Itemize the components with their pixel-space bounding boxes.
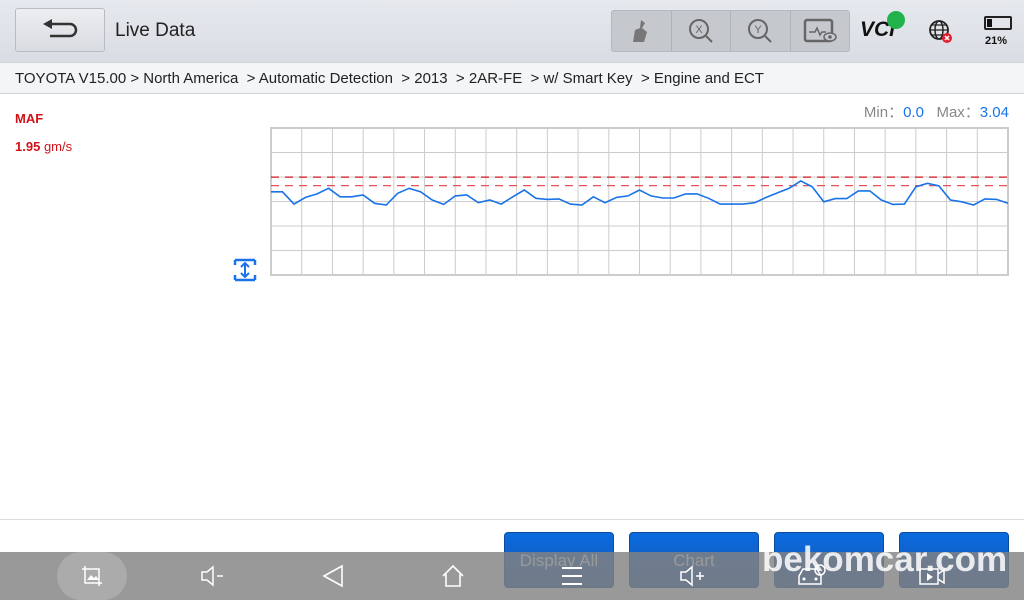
back-button[interactable]: [15, 8, 105, 52]
watermark: bekomcar.com: [762, 540, 1008, 579]
breadcrumb: TOYOTA V15.00 > North America > Automati…: [0, 62, 1024, 94]
back-arrow-icon: [43, 19, 78, 38]
parameter-name[interactable]: MAF: [15, 111, 43, 126]
toolbar: X Y: [611, 10, 850, 52]
max-value: 3.04: [979, 104, 1009, 121]
min-value: 0.0: [903, 104, 924, 121]
battery-icon: [984, 16, 1012, 30]
parameter-value: 1.95 gm/s: [15, 139, 72, 154]
svg-text:Y: Y: [755, 24, 763, 36]
min-max-readout: Min：0.0 Max：3.04: [864, 101, 1009, 122]
expand-vertical-icon[interactable]: [233, 258, 257, 287]
back-icon[interactable]: [303, 552, 363, 600]
zoom-y-icon[interactable]: Y: [731, 11, 791, 51]
volume-down-icon[interactable]: [183, 552, 243, 600]
network-error-icon: [928, 19, 954, 50]
unit: gm/s: [43, 139, 73, 154]
volume-up-icon[interactable]: [662, 552, 722, 600]
zoom-x-icon[interactable]: X: [672, 11, 731, 51]
max-label: Max：: [936, 104, 980, 121]
page-title: Live Data: [115, 20, 196, 41]
value: 1.95: [15, 139, 41, 154]
min-label: Min：: [863, 104, 904, 121]
battery-percent: 21%: [985, 35, 1008, 47]
menu-icon[interactable]: [542, 552, 602, 600]
svg-text:X: X: [695, 24, 703, 36]
live-data-chart: [270, 127, 1009, 276]
wifi-icon: [887, 11, 905, 29]
monitor-eye-icon[interactable]: [791, 11, 850, 51]
header: Live Data X Y VCI 21%: [0, 0, 1024, 62]
clean-brush-icon[interactable]: [612, 11, 672, 51]
home-icon[interactable]: [423, 552, 483, 600]
screenshot-icon[interactable]: [57, 552, 127, 600]
